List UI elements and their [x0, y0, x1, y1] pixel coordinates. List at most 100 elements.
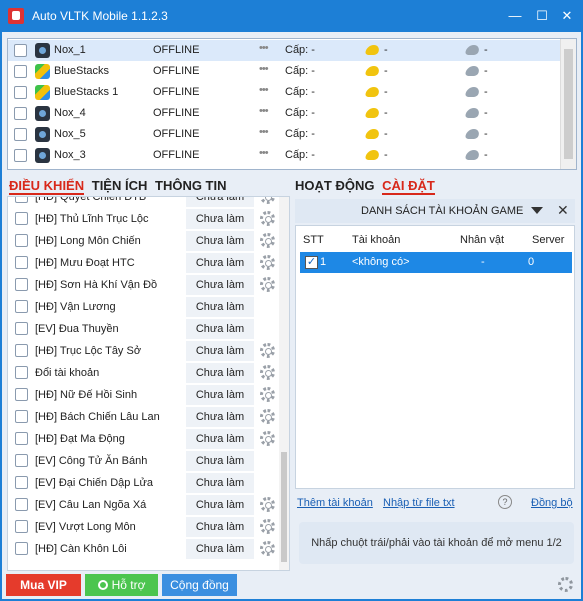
device-name: Nox_1: [54, 44, 86, 56]
task-checkbox[interactable]: [15, 432, 28, 445]
gear-icon[interactable]: [260, 519, 275, 534]
task-row[interactable]: [EV] Công Tử Ăn Bánh Chưa làm: [8, 450, 278, 472]
task-checkbox[interactable]: [15, 300, 28, 313]
settings-gear-icon[interactable]: [558, 577, 573, 592]
task-row[interactable]: [HĐ] Càn Khôn Lôi Chưa làm: [8, 538, 278, 560]
task-checkbox[interactable]: [15, 234, 28, 247]
import-txt-link[interactable]: Nhập từ file txt: [383, 497, 455, 509]
task-checkbox[interactable]: [15, 212, 28, 225]
task-name: [HĐ] Bách Chiến Lâu Lan: [35, 411, 160, 423]
task-row[interactable]: [EV] Câu Lan Ngõa Xá Chưa làm: [8, 494, 278, 516]
account-links: Thêm tài khoản Nhập từ file txt ? Đồng b…: [297, 495, 575, 513]
device-row[interactable]: Nox_5 OFFLINE ••• Cấp: - - -: [8, 124, 561, 145]
scrollbar-thumb[interactable]: [281, 452, 287, 562]
sync-link[interactable]: Đồng bộ: [531, 497, 573, 509]
device-checkbox[interactable]: [14, 86, 27, 99]
task-checkbox[interactable]: [15, 520, 28, 533]
device-row[interactable]: Nox_4 OFFLINE ••• Cấp: - - -: [8, 103, 561, 124]
gear-icon[interactable]: [260, 387, 275, 402]
help-icon[interactable]: ?: [498, 495, 512, 509]
task-row[interactable]: [HĐ] Mưu Đoạt HTC Chưa làm: [8, 252, 278, 274]
close-button[interactable]: ✕: [557, 6, 577, 26]
minimize-button[interactable]: —: [505, 6, 525, 26]
gear-icon[interactable]: [260, 255, 275, 270]
more-options-icon[interactable]: •••: [259, 126, 269, 138]
community-button[interactable]: Cộng đồng: [162, 574, 237, 596]
tab-settings[interactable]: CÀI ĐẶT: [382, 178, 435, 195]
task-row[interactable]: Đổi tài khoản Chưa làm: [8, 362, 278, 384]
add-account-link[interactable]: Thêm tài khoản: [297, 497, 373, 509]
chevron-down-icon[interactable]: [531, 207, 543, 214]
device-row[interactable]: BlueStacks OFFLINE ••• Cấp: - - -: [8, 61, 561, 82]
close-icon[interactable]: ✕: [557, 202, 569, 219]
tab-activity[interactable]: HOẠT ĐỘNG: [295, 178, 374, 193]
task-row[interactable]: [HĐ] Đạt Ma Động Chưa làm: [8, 428, 278, 450]
task-list-scrollbar[interactable]: [279, 197, 289, 570]
device-checkbox[interactable]: [14, 149, 27, 162]
more-options-icon[interactable]: •••: [259, 147, 269, 159]
support-button[interactable]: Hỗ trợ: [85, 574, 158, 596]
maximize-button[interactable]: ☐: [532, 6, 552, 26]
task-row[interactable]: [HĐ] Nữ Đế Hồi Sinh Chưa làm: [8, 384, 278, 406]
table-row[interactable]: ✓ 1 <không có> - 0: [300, 252, 572, 273]
gear-icon[interactable]: [260, 497, 275, 512]
gear-icon[interactable]: [260, 211, 275, 226]
task-checkbox[interactable]: [15, 197, 28, 203]
tab-control[interactable]: ĐIỀU KHIỂN: [9, 178, 85, 195]
task-row[interactable]: [HĐ] Long Môn Chiến Chưa làm: [8, 230, 278, 252]
silver-value: -: [484, 107, 488, 119]
gear-icon[interactable]: [260, 277, 275, 292]
task-checkbox[interactable]: [15, 344, 28, 357]
task-checkbox[interactable]: [15, 410, 28, 423]
column-header-stt[interactable]: STT: [303, 234, 324, 246]
column-header-account[interactable]: Tài khoản: [352, 234, 400, 246]
tab-utility[interactable]: TIỆN ÍCH: [92, 178, 148, 193]
scrollbar-thumb[interactable]: [564, 49, 573, 159]
task-row[interactable]: [HĐ] Vận Lương Chưa làm: [8, 296, 278, 318]
task-row[interactable]: [HĐ] Thủ Lĩnh Trục Lộc Chưa làm: [8, 208, 278, 230]
device-row[interactable]: BlueStacks 1 OFFLINE ••• Cấp: - - -: [8, 82, 561, 103]
task-checkbox[interactable]: [15, 278, 28, 291]
task-row[interactable]: [EV] Đại Chiến Dập Lửa Chưa làm: [8, 472, 278, 494]
row-checkbox[interactable]: ✓: [305, 256, 318, 269]
device-checkbox[interactable]: [14, 128, 27, 141]
gear-icon[interactable]: [260, 541, 275, 556]
task-row[interactable]: [HĐ] Bách Chiến Lâu Lan Chưa làm: [8, 406, 278, 428]
device-list-scrollbar[interactable]: [560, 39, 576, 169]
gear-icon[interactable]: [260, 409, 275, 424]
gear-icon[interactable]: [260, 365, 275, 380]
gear-icon[interactable]: [260, 431, 275, 446]
device-checkbox[interactable]: [14, 44, 27, 57]
device-row[interactable]: Nox_1 OFFLINE ••• Cấp: - - -: [8, 40, 561, 61]
gear-icon[interactable]: [260, 343, 275, 358]
more-options-icon[interactable]: •••: [259, 105, 269, 117]
tab-info[interactable]: THÔNG TIN: [155, 178, 227, 193]
gold-ingot-icon: [364, 66, 381, 76]
more-options-icon[interactable]: •••: [259, 84, 269, 96]
task-checkbox[interactable]: [15, 454, 28, 467]
task-checkbox[interactable]: [15, 498, 28, 511]
task-row[interactable]: [HĐ] Quyết Chiến ĐTB Chưa làm: [8, 197, 278, 208]
task-row[interactable]: [HĐ] Sơn Hà Khí Vận Đồ Chưa làm: [8, 274, 278, 296]
column-header-character[interactable]: Nhân vật: [460, 234, 504, 246]
device-row[interactable]: Nox_3 OFFLINE ••• Cấp: - - -: [8, 145, 561, 166]
task-checkbox[interactable]: [15, 366, 28, 379]
task-row[interactable]: [EV] Vượt Long Môn Chưa làm: [8, 516, 278, 538]
gear-icon[interactable]: [260, 197, 275, 204]
more-options-icon[interactable]: •••: [259, 42, 269, 54]
task-checkbox[interactable]: [15, 256, 28, 269]
task-status: Chưa làm: [186, 231, 254, 251]
gear-icon[interactable]: [260, 233, 275, 248]
device-checkbox[interactable]: [14, 107, 27, 120]
column-header-server[interactable]: Server: [532, 234, 564, 246]
task-checkbox[interactable]: [15, 476, 28, 489]
task-checkbox[interactable]: [15, 388, 28, 401]
task-row[interactable]: [EV] Đua Thuyền Chưa làm: [8, 318, 278, 340]
task-row[interactable]: [HĐ] Trục Lộc Tây Sở Chưa làm: [8, 340, 278, 362]
device-checkbox[interactable]: [14, 65, 27, 78]
more-options-icon[interactable]: •••: [259, 63, 269, 75]
task-checkbox[interactable]: [15, 542, 28, 555]
phone-icon: [97, 580, 108, 590]
task-checkbox[interactable]: [15, 322, 28, 335]
buy-vip-button[interactable]: Mua VIP: [6, 574, 81, 596]
